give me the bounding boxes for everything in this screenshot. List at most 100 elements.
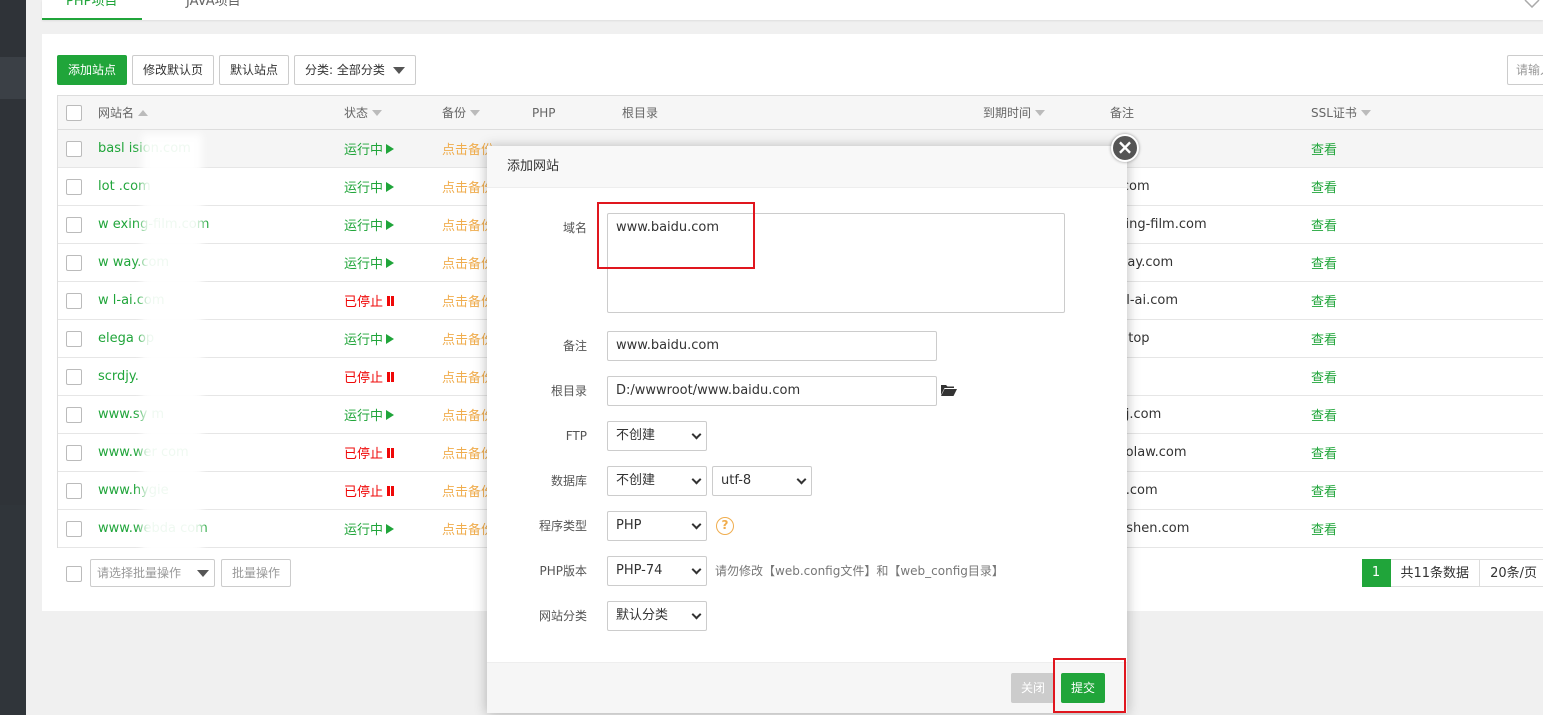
- charset-select-value: utf-8: [721, 473, 752, 488]
- play-icon: [386, 257, 395, 268]
- database-row: 数据库 不创建 utf-8: [487, 466, 1127, 496]
- program-type-select[interactable]: PHP: [607, 511, 707, 541]
- search-input[interactable]: 请输入: [1507, 55, 1543, 85]
- caret-down-icon: [392, 66, 405, 74]
- submit-highlight-box: [1053, 658, 1126, 713]
- site-name-link[interactable]: scrdjy.: [98, 358, 139, 395]
- site-status-toggle[interactable]: 运行中: [344, 206, 395, 243]
- sidebar-active-band[interactable]: [0, 57, 26, 99]
- folder-open-icon[interactable]: [941, 384, 957, 396]
- settings-icon[interactable]: [1521, 0, 1543, 8]
- site-status-toggle[interactable]: 运行中: [344, 320, 395, 357]
- edit-default-page-button[interactable]: 修改默认页: [132, 55, 215, 85]
- add-site-button[interactable]: 添加站点: [57, 55, 128, 85]
- row-checkbox[interactable]: [66, 178, 82, 195]
- header-backup[interactable]: 备份: [442, 96, 481, 129]
- site-status-toggle[interactable]: 运行中: [344, 396, 395, 433]
- php-version-select[interactable]: PHP-74: [607, 556, 707, 586]
- header-name[interactable]: 网站名: [98, 96, 149, 129]
- row-checkbox[interactable]: [66, 330, 82, 347]
- header-expire[interactable]: 到期时间: [983, 96, 1046, 129]
- pause-icon: [387, 485, 395, 496]
- sort-down-icon: [1360, 109, 1371, 116]
- chevron-down-icon: [796, 474, 807, 484]
- row-check-cell: [66, 510, 82, 547]
- play-icon: [386, 409, 395, 420]
- root-row: 根目录 D:/wwwroot/www.baidu.com: [487, 376, 1127, 406]
- page-total-count: 共11条数据: [1390, 559, 1481, 587]
- row-checkbox[interactable]: [66, 292, 82, 309]
- ftp-select-value: 不创建: [616, 428, 656, 443]
- close-icon[interactable]: ×: [1111, 134, 1139, 162]
- site-status-toggle[interactable]: 已停止: [344, 282, 395, 319]
- help-icon[interactable]: ?: [716, 517, 734, 535]
- note-input[interactable]: www.baidu.com: [607, 331, 937, 361]
- header-ssl[interactable]: SSL证书: [1311, 96, 1371, 129]
- row-checkbox[interactable]: [66, 520, 82, 537]
- dialog-title: 添加网站: [487, 146, 1127, 188]
- row-check-cell: [66, 282, 82, 319]
- site-status-toggle[interactable]: 已停止: [344, 358, 395, 395]
- category-filter-select[interactable]: 分类: 全部分类: [294, 55, 416, 85]
- ssl-view-link[interactable]: 查看: [1311, 472, 1337, 509]
- chevron-down-icon: [691, 609, 702, 619]
- batch-operation-button[interactable]: 批量操作: [221, 559, 292, 587]
- site-status-toggle[interactable]: 运行中: [344, 510, 395, 547]
- ssl-view-link[interactable]: 查看: [1311, 244, 1337, 281]
- row-checkbox[interactable]: [66, 444, 82, 461]
- tab-java-project[interactable]: JAVA项目: [162, 0, 265, 20]
- play-icon: [386, 143, 395, 154]
- page-size-select[interactable]: 20条/页: [1480, 559, 1543, 587]
- program-type-label: 程序类型: [538, 519, 587, 533]
- root-input[interactable]: D:/wwwroot/www.baidu.com: [607, 376, 937, 406]
- row-checkbox[interactable]: [66, 368, 82, 385]
- row-checkbox[interactable]: [66, 254, 82, 271]
- header-status[interactable]: 状态: [344, 96, 383, 129]
- ssl-view-link[interactable]: 查看: [1311, 396, 1337, 433]
- site-status-toggle[interactable]: 运行中: [344, 168, 395, 205]
- ssl-view-link[interactable]: 查看: [1311, 130, 1337, 167]
- site-status-toggle[interactable]: 已停止: [344, 472, 395, 509]
- site-status-toggle[interactable]: 运行中: [344, 244, 395, 281]
- note-row: 备注 www.baidu.com: [487, 331, 1127, 361]
- default-site-button[interactable]: 默认站点: [219, 55, 290, 85]
- row-checkbox[interactable]: [66, 482, 82, 499]
- close-button[interactable]: 关闭: [1011, 673, 1056, 703]
- header-name-label: 网站名: [98, 106, 135, 120]
- ssl-view-link[interactable]: 查看: [1311, 206, 1337, 243]
- program-type-value: PHP: [616, 518, 642, 533]
- ssl-view-link[interactable]: 查看: [1311, 320, 1337, 357]
- select-all-checkbox[interactable]: [66, 104, 82, 121]
- row-checkbox[interactable]: [66, 216, 82, 233]
- ftp-select[interactable]: 不创建: [607, 421, 707, 451]
- ssl-view-link[interactable]: 查看: [1311, 434, 1337, 471]
- site-status-label: 运行中: [344, 181, 384, 196]
- header-expire-label: 到期时间: [983, 106, 1032, 120]
- site-status-label: 运行中: [344, 333, 384, 348]
- site-category-select[interactable]: 默认分类: [607, 601, 707, 631]
- bottom-select-all-checkbox[interactable]: [66, 566, 82, 582]
- row-checkbox[interactable]: [66, 406, 82, 423]
- chevron-down-icon: [691, 564, 702, 574]
- pause-icon: [387, 295, 395, 306]
- charset-select[interactable]: utf-8: [712, 466, 812, 496]
- ssl-view-link[interactable]: 查看: [1311, 510, 1337, 547]
- ssl-view-link[interactable]: 查看: [1311, 358, 1337, 395]
- site-status-label: 运行中: [344, 257, 384, 272]
- page-number-current[interactable]: 1: [1361, 559, 1391, 587]
- site-status-toggle[interactable]: 已停止: [344, 434, 395, 471]
- row-checkbox[interactable]: [66, 140, 82, 157]
- site-status-label: 运行中: [344, 219, 384, 234]
- ssl-view-link[interactable]: 查看: [1311, 282, 1337, 319]
- sort-down-icon: [372, 109, 383, 116]
- site-status-toggle[interactable]: 运行中: [344, 130, 395, 167]
- header-root: 根目录: [622, 96, 658, 129]
- ssl-view-link[interactable]: 查看: [1311, 168, 1337, 205]
- database-select[interactable]: 不创建: [607, 466, 707, 496]
- batch-operation-select[interactable]: 请选择批量操作: [90, 559, 215, 587]
- site-category-row: 网站分类 默认分类: [487, 601, 1127, 631]
- sidebar-lower-band: [0, 505, 26, 715]
- row-check-cell: [66, 320, 82, 357]
- php-version-row: PHP版本 PHP-74 请勿修改【web.config文件】和【web_con…: [487, 556, 1127, 586]
- tab-php-project[interactable]: PHP项目: [42, 0, 142, 20]
